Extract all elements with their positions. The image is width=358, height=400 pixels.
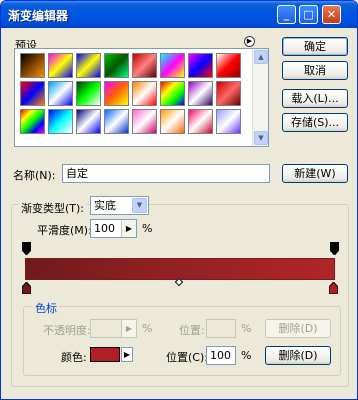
smoothness-label: 平滑度(M): — [37, 224, 92, 237]
maximize-button[interactable]: □ — [299, 5, 318, 24]
color-menu-arrow-icon[interactable]: ▶ — [121, 347, 133, 362]
preset-swatch[interactable] — [104, 109, 129, 134]
opacity-stop-left[interactable] — [22, 242, 31, 255]
preset-swatch[interactable] — [188, 53, 213, 78]
chevron-down-icon[interactable]: ▼ — [132, 198, 147, 213]
color-stops-group — [23, 306, 341, 376]
preset-swatch[interactable] — [48, 53, 73, 78]
color-stop-left[interactable] — [22, 282, 31, 294]
preset-swatch[interactable] — [160, 53, 185, 78]
color-stop-right[interactable] — [329, 282, 338, 294]
color-location-input[interactable]: 100 — [206, 346, 236, 365]
smoothness-input[interactable]: 100 ▶ — [90, 219, 137, 238]
color-label: 颜色: — [61, 351, 87, 364]
name-label: 名称(N): — [13, 169, 56, 182]
title-bar[interactable]: 渐变编辑器 _ □ ✕ — [1, 1, 357, 28]
presets-scrollbar[interactable]: ▲ ▼ — [252, 49, 268, 146]
scroll-down-icon[interactable]: ▼ — [254, 131, 268, 145]
gradient-bar[interactable] — [25, 258, 335, 280]
color-location-label: 位置(C): — [166, 351, 208, 364]
ok-button[interactable]: 确定 — [282, 37, 348, 56]
preset-swatch[interactable] — [216, 109, 241, 134]
presets-menu-icon[interactable]: ▶ — [244, 36, 255, 47]
opacity-label: 不透明度: — [43, 324, 91, 337]
preset-swatch[interactable] — [20, 109, 45, 134]
preset-swatch[interactable] — [48, 81, 73, 106]
color-location-percent: % — [241, 349, 252, 362]
gradient-editor-window: 渐变编辑器 _ □ ✕ 预设 ▶ ▲ ▼ 确定 取消 载入(L)... 存储(S… — [0, 0, 358, 400]
preset-swatch[interactable] — [76, 109, 101, 134]
opacity-stop-right[interactable] — [330, 242, 339, 255]
gradient-type-select[interactable]: 实底 ▼ — [90, 196, 149, 215]
preset-swatch[interactable] — [20, 81, 45, 106]
load-button[interactable]: 载入(L)... — [282, 89, 348, 108]
gradient-type-label: 渐变类型(T): — [19, 200, 87, 216]
preset-swatch[interactable] — [104, 53, 129, 78]
preset-swatch[interactable] — [104, 81, 129, 106]
smoothness-arrow-icon[interactable]: ▶ — [121, 220, 136, 237]
presets-grid — [20, 53, 246, 134]
smoothness-value: 100 — [94, 222, 115, 235]
window-title: 渐变编辑器 — [8, 9, 69, 23]
preset-swatch[interactable] — [132, 53, 157, 78]
preset-swatch[interactable] — [216, 53, 241, 78]
presets-list[interactable]: ▲ ▼ — [14, 48, 269, 147]
preset-swatch[interactable] — [160, 109, 185, 134]
opacity-arrow-icon: ▶ — [121, 320, 136, 337]
scroll-up-icon[interactable]: ▲ — [254, 50, 268, 64]
delete-opacity-stop-button[interactable]: 删除(D) — [265, 319, 331, 338]
preset-swatch[interactable] — [188, 81, 213, 106]
preset-swatch[interactable] — [132, 109, 157, 134]
color-stops-label: 色标 — [33, 300, 59, 316]
opacity-location-percent: % — [241, 322, 252, 335]
preset-swatch[interactable] — [20, 53, 45, 78]
gradient-type-value: 实底 — [94, 199, 116, 212]
cancel-button[interactable]: 取消 — [282, 61, 348, 80]
opacity-location-input — [206, 319, 236, 338]
preset-swatch[interactable] — [76, 81, 101, 106]
close-button[interactable]: ✕ — [322, 5, 341, 24]
preset-swatch[interactable] — [76, 53, 101, 78]
preset-swatch[interactable] — [132, 81, 157, 106]
preset-swatch[interactable] — [160, 81, 185, 106]
smoothness-percent: % — [142, 222, 153, 235]
minimize-button[interactable]: _ — [277, 5, 296, 24]
opacity-location-label: 位置: — [179, 324, 205, 337]
preset-swatch[interactable] — [188, 109, 213, 134]
preset-swatch[interactable] — [216, 81, 241, 106]
opacity-input: ▶ — [90, 319, 137, 338]
preset-swatch[interactable] — [48, 109, 73, 134]
name-input[interactable]: 自定 — [62, 164, 270, 183]
opacity-percent: % — [142, 322, 153, 335]
new-button[interactable]: 新建(W) — [282, 164, 348, 183]
delete-color-stop-button[interactable]: 删除(D) — [265, 346, 331, 365]
color-swatch[interactable] — [90, 347, 120, 362]
save-button[interactable]: 存储(S)... — [282, 113, 348, 132]
